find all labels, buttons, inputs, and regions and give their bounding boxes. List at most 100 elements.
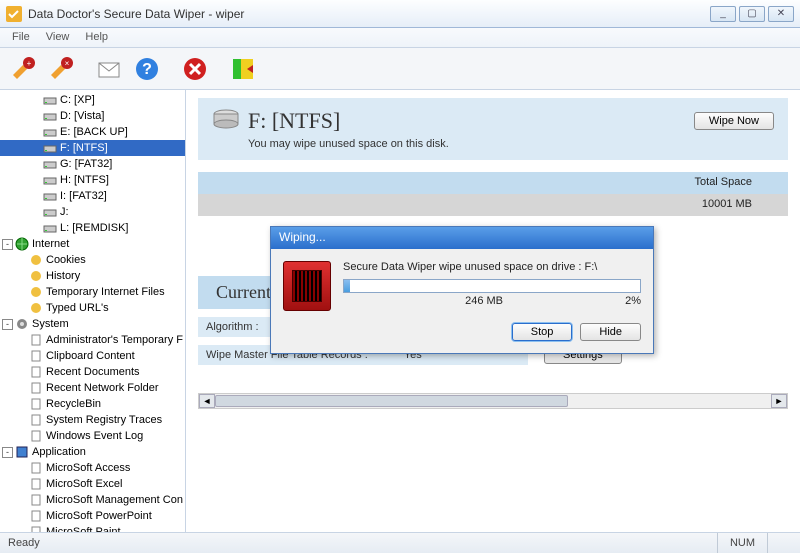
tree-icon <box>15 317 29 331</box>
tree-pane[interactable]: C: [XP] D: [Vista] E: [BACK UP] F: [NTFS] G:… <box>0 90 186 532</box>
tree-drive[interactable]: E: [BACK UP] <box>0 124 185 140</box>
wipe-now-button[interactable]: Wipe Now <box>694 112 774 130</box>
tree-icon <box>29 461 43 475</box>
progress-mb: 246 MB <box>343 295 625 307</box>
progress-fill <box>344 280 350 292</box>
scroll-left-arrow[interactable]: ◄ <box>199 394 215 408</box>
tree-icon <box>29 525 43 532</box>
tree-icon <box>43 93 57 107</box>
dialog-title[interactable]: Wiping... <box>271 227 653 249</box>
tree-application-item[interactable]: MicroSoft Excel <box>0 476 185 492</box>
tree-icon <box>15 237 29 251</box>
tree-application-item[interactable]: MicroSoft Paint <box>0 524 185 532</box>
menu-view[interactable]: View <box>38 28 78 47</box>
tree-system-item[interactable]: Recent Documents <box>0 364 185 380</box>
scroll-right-arrow[interactable]: ► <box>771 394 787 408</box>
svg-text:×: × <box>65 59 70 68</box>
close-button[interactable]: ✕ <box>768 6 794 22</box>
tree-drive[interactable]: G: [FAT32] <box>0 156 185 172</box>
tree-label: Recent Network Folder <box>46 382 159 394</box>
tree-system-item[interactable]: Administrator's Temporary F <box>0 332 185 348</box>
tree-icon <box>43 141 57 155</box>
tree-internet-item[interactable]: Temporary Internet Files <box>0 284 185 300</box>
tree-internet-item[interactable]: History <box>0 268 185 284</box>
tree-label: G: [FAT32] <box>60 158 112 170</box>
tree-icon <box>29 349 43 363</box>
tree-icon <box>29 333 43 347</box>
tree-toggle[interactable]: - <box>2 319 13 330</box>
toolbar-exit-icon[interactable] <box>226 52 260 86</box>
tree-icon <box>29 253 43 267</box>
scroll-thumb[interactable] <box>215 395 568 407</box>
wiping-dialog: Wiping... Secure Data Wiper wipe unused … <box>270 226 654 354</box>
tree-drive[interactable]: H: [NTFS] <box>0 172 185 188</box>
tree-system-item[interactable]: Windows Event Log <box>0 428 185 444</box>
drive-header: F: [NTFS] You may wipe unused space on t… <box>198 98 788 160</box>
grid-header: Total Space <box>198 172 788 194</box>
tree-internet-item[interactable]: Typed URL's <box>0 300 185 316</box>
tree-system-item[interactable]: System Registry Traces <box>0 412 185 428</box>
statusbar: Ready NUM <box>0 532 800 553</box>
tree-label: D: [Vista] <box>60 110 104 122</box>
tree-icon <box>29 365 43 379</box>
tree-drive[interactable]: J: <box>0 204 185 220</box>
toolbar-wipe-add-icon[interactable]: + <box>6 52 40 86</box>
toolbar-mail-icon[interactable] <box>92 52 126 86</box>
menu-help[interactable]: Help <box>77 28 116 47</box>
svg-text:?: ? <box>142 61 152 78</box>
tree-drive[interactable]: C: [XP] <box>0 92 185 108</box>
tree-label: Administrator's Temporary F <box>46 334 183 346</box>
tree-internet[interactable]: -Internet <box>0 236 185 252</box>
tree-internet-item[interactable]: Cookies <box>0 252 185 268</box>
menu-file[interactable]: File <box>4 28 38 47</box>
tree-icon <box>29 493 43 507</box>
status-ready: Ready <box>8 537 40 549</box>
tree-toggle[interactable]: - <box>2 239 13 250</box>
tree-application-item[interactable]: MicroSoft Management Con <box>0 492 185 508</box>
tree-label: System Registry Traces <box>46 414 162 426</box>
tree-toggle[interactable]: - <box>2 447 13 458</box>
toolbar-help-icon[interactable]: ? <box>130 52 164 86</box>
tree-label: Application <box>32 446 86 458</box>
tree-label: MicroSoft Excel <box>46 478 122 490</box>
progress-percent: 2% <box>625 295 641 307</box>
tree-application-item[interactable]: MicroSoft Access <box>0 460 185 476</box>
tree-system-item[interactable]: Clipboard Content <box>0 348 185 364</box>
minimize-button[interactable]: _ <box>710 6 736 22</box>
tree-icon <box>29 413 43 427</box>
maximize-button[interactable]: ▢ <box>739 6 765 22</box>
tree-icon <box>43 173 57 187</box>
tree-system-item[interactable]: Recent Network Folder <box>0 380 185 396</box>
tree-application[interactable]: - Application <box>0 444 185 460</box>
tree-drive[interactable]: I: [FAT32] <box>0 188 185 204</box>
tree-icon <box>43 125 57 139</box>
tree-icon <box>29 509 43 523</box>
app-icon <box>6 6 22 22</box>
dialog-hide-button[interactable]: Hide <box>580 323 641 341</box>
tree-drive[interactable]: L: [REMDISK] <box>0 220 185 236</box>
tree-label: E: [BACK UP] <box>60 126 128 138</box>
toolbar-wipe-remove-icon[interactable]: × <box>44 52 78 86</box>
grid-row[interactable]: 10001 MB <box>198 194 788 216</box>
tree-icon <box>43 205 57 219</box>
tree-label: RecycleBin <box>46 398 101 410</box>
content-horizontal-scrollbar[interactable]: ◄ ► <box>198 393 788 409</box>
tree-system[interactable]: - System <box>0 316 185 332</box>
dialog-stop-button[interactable]: Stop <box>512 323 573 341</box>
tree-drive[interactable]: F: [NTFS] <box>0 140 185 156</box>
toolbar-stop-icon[interactable] <box>178 52 212 86</box>
dialog-message: Secure Data Wiper wipe unused space on d… <box>343 261 641 273</box>
tree-label: MicroSoft Management Con <box>46 494 183 506</box>
drive-icon <box>212 108 240 130</box>
drive-subtitle: You may wipe unused space on this disk. <box>248 138 774 150</box>
tree-label: Windows Event Log <box>46 430 143 442</box>
tree-drive[interactable]: D: [Vista] <box>0 108 185 124</box>
tree-label: F: [NTFS] <box>60 142 108 154</box>
tree-application-item[interactable]: MicroSoft PowerPoint <box>0 508 185 524</box>
tree-icon <box>29 397 43 411</box>
svg-text:+: + <box>27 59 32 68</box>
tree-label: C: [XP] <box>60 94 95 106</box>
tree-label: System <box>32 318 69 330</box>
tree-system-item[interactable]: RecycleBin <box>0 396 185 412</box>
tree-label: MicroSoft PowerPoint <box>46 510 152 522</box>
